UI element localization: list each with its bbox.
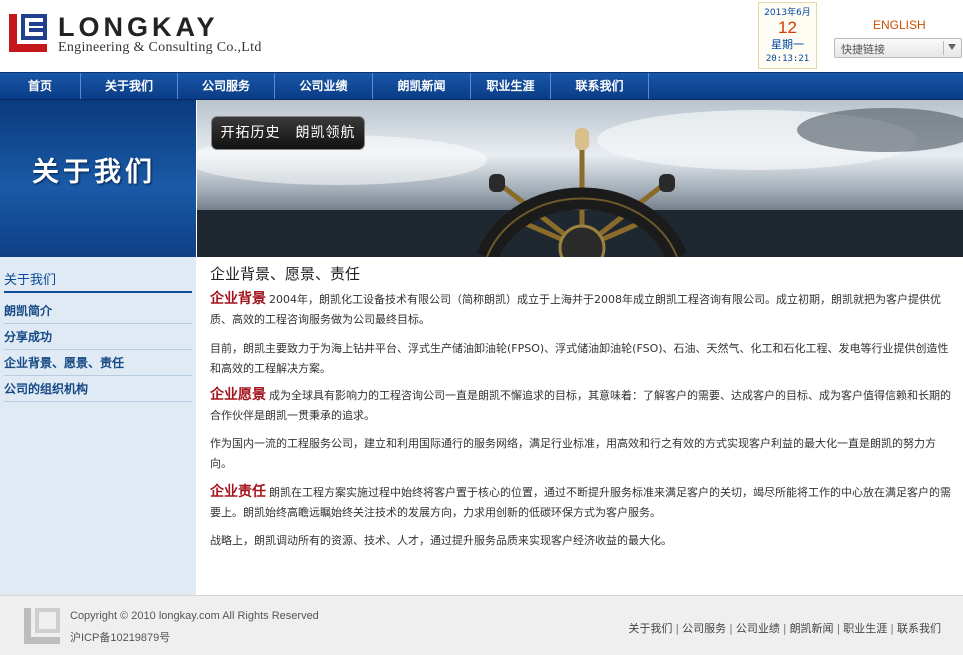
site-footer: Copyright © 2010 longkay.com All Rights …	[0, 595, 963, 655]
paragraph-responsibility: 企业责任 朗凯在工程方案实施过程中始终将客户置于核心的位置，通过不断提升服务标准来…	[210, 482, 956, 523]
footer-separator: |	[890, 622, 894, 635]
heading-background: 企业背景	[210, 291, 266, 307]
brand-name[interactable]: LONGKAY	[58, 12, 219, 43]
page-title: 企业背景、愿景、责任	[210, 265, 361, 283]
banner-slogan: 开拓历史 朗凯领航	[211, 116, 365, 150]
sidebar-item-organization[interactable]: 公司的组织机构	[4, 376, 192, 402]
sidebar-item-share-success[interactable]: 分享成功	[4, 324, 192, 350]
sidebar-item-profile[interactable]: 朗凯简介	[4, 298, 192, 324]
nav-item-performance[interactable]: 公司业绩	[275, 73, 373, 99]
footer-separator: |	[675, 622, 680, 635]
footer-separator: |	[782, 622, 787, 635]
paragraph-strategy: 战略上，朗凯调动所有的资源、技术、人才，通过提升服务品质来实现客户经济收益的最大…	[210, 531, 956, 551]
sidebar-divider	[4, 291, 192, 293]
section-banner: 关于我们	[0, 100, 196, 257]
heading-vision: 企业愿景	[210, 387, 266, 403]
paragraph-current-focus: 目前，朗凯主要致力于为海上钻井平台、浮式生产储油卸油轮(FPSO)、浮式储油卸油…	[210, 339, 956, 379]
nav-item-contact[interactable]: 联系我们	[551, 73, 649, 99]
brand-subtitle: Engineering & Consulting Co.,Ltd	[58, 40, 262, 55]
text-responsibility: 朗凯在工程方案实施过程中始终将客户置于核心的位置，通过不断提升服务标准来满足客户…	[210, 486, 951, 519]
footer-link-news[interactable]: 朗凯新闻	[790, 622, 834, 635]
footer-link-contact[interactable]: 联系我们	[897, 622, 941, 635]
footer-separator: |	[836, 622, 841, 635]
footer-link-about[interactable]: 关于我们	[628, 622, 672, 635]
paragraph-vision-detail: 作为国内一流的工程服务公司，建立和利用国际通行的服务网络，满足行业标准，用高效和…	[210, 434, 956, 474]
text-strategy: 战略上，朗凯调动所有的资源、技术、人才，通过提升服务品质来实现客户经济收益的最大…	[210, 534, 672, 547]
calendar-year-month: 2013年6月	[764, 8, 811, 18]
longkay-logo-icon[interactable]	[9, 14, 47, 52]
paragraph-vision: 企业愿景 成为全球具有影响力的工程咨询公司一直是朗凯不懈追求的目标，其意味着：了解…	[210, 385, 956, 426]
nav-item-services[interactable]: 公司服务	[178, 73, 275, 99]
footer-link-careers[interactable]: 职业生涯	[843, 622, 887, 635]
chevron-down-icon	[948, 44, 956, 50]
sidebar: 关于我们 朗凯简介 分享成功 企业背景、愿景、责任 公司的组织机构	[0, 257, 196, 595]
calendar-weekday: 星期一	[771, 38, 804, 51]
nav-item-news[interactable]: 朗凯新闻	[373, 73, 471, 99]
english-link[interactable]: ENGLISH	[873, 18, 926, 32]
icp-number: 沪ICP备10219879号	[70, 632, 171, 644]
nav-item-careers[interactable]: 职业生涯	[471, 73, 551, 99]
footer-link-performance[interactable]: 公司业绩	[736, 622, 780, 635]
ship-wheel-banner-image: 开拓历史 朗凯领航	[197, 100, 963, 257]
main-nav: 首页 关于我们 公司服务 公司业绩 朗凯新闻 职业生涯 联系我们	[0, 72, 963, 100]
calendar-day: 12	[778, 18, 797, 37]
heading-responsibility: 企业责任	[210, 484, 266, 500]
main-content: 企业背景、愿景、责任 企业背景 2004年，朗凯化工设备技术有限公司（简称朗凯）成…	[196, 257, 963, 595]
site-header: LONGKAY Engineering & Consulting Co.,Ltd…	[0, 0, 963, 72]
text-vision-detail: 作为国内一流的工程服务公司，建立和利用国际通行的服务网络，满足行业标准，用高效和…	[210, 437, 936, 470]
quick-links-label: 快捷链接	[841, 43, 885, 56]
nav-item-home[interactable]: 首页	[0, 73, 81, 99]
text-vision: 成为全球具有影响力的工程咨询公司一直是朗凯不懈追求的目标，其意味着：了解客户的需…	[210, 389, 951, 422]
footer-separator: |	[729, 622, 733, 635]
sidebar-heading: 关于我们	[4, 273, 57, 288]
text-current-focus: 目前，朗凯主要致力于为海上钻井平台、浮式生产储油卸油轮(FPSO)、浮式储油卸油…	[210, 342, 949, 375]
paragraph-background: 企业背景 2004年，朗凯化工设备技术有限公司（简称朗凯）成立于上海并于2008年…	[210, 289, 956, 330]
footer-logo-icon	[24, 608, 60, 644]
nav-item-about[interactable]: 关于我们	[81, 73, 178, 99]
date-calendar-widget: 2013年6月 12 星期一 20:13:21	[758, 2, 817, 69]
footer-link-services[interactable]: 公司服务	[682, 622, 726, 635]
select-divider	[943, 41, 944, 55]
section-banner-title: 关于我们	[32, 157, 156, 188]
sidebar-item-background[interactable]: 企业背景、愿景、责任	[4, 350, 192, 376]
copyright-text: Copyright © 2010 longkay.com All Rights …	[70, 610, 319, 622]
footer-links: 关于我们 | 公司服务 | 公司业绩 | 朗凯新闻 | 职业生涯 | 联系我们	[628, 620, 941, 636]
quick-links-select[interactable]: 快捷链接	[834, 38, 962, 58]
text-background: 2004年，朗凯化工设备技术有限公司（简称朗凯）成立于上海并于2008年成立朗凯…	[210, 293, 941, 326]
calendar-time: 20:13:21	[765, 54, 810, 64]
